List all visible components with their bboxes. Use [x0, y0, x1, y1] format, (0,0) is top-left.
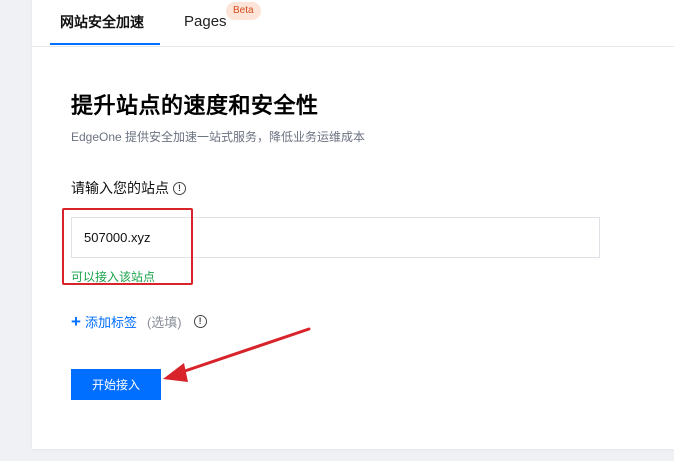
active-tab-indicator	[50, 43, 160, 45]
optional-hint: (选填)	[146, 315, 182, 330]
add-tag-link[interactable]: 添加标签	[85, 312, 137, 331]
site-input[interactable]	[71, 217, 600, 258]
tab-bar: 网站安全加速 Pages Beta	[32, 0, 674, 47]
start-button[interactable]: 开始接入	[71, 369, 161, 400]
add-tag-row: + 添加标签 (选填) !	[71, 312, 207, 331]
tab-pages[interactable]: Pages	[184, 12, 227, 32]
plus-icon[interactable]: +	[71, 313, 81, 330]
info-icon[interactable]: !	[193, 315, 207, 328]
page-title: 提升站点的速度和安全性	[71, 93, 319, 118]
site-label-text: 请输入您的站点	[71, 180, 169, 196]
validation-message: 可以接入该站点	[71, 270, 156, 284]
beta-badge: Beta	[226, 2, 261, 20]
page-subtitle: EdgeOne 提供安全加速一站式服务，降低业务运维成本	[71, 130, 366, 144]
site-field-label: 请输入您的站点 !	[71, 178, 186, 198]
tab-site-acceleration[interactable]: 网站安全加速	[60, 12, 144, 32]
info-icon[interactable]: !	[173, 181, 186, 195]
